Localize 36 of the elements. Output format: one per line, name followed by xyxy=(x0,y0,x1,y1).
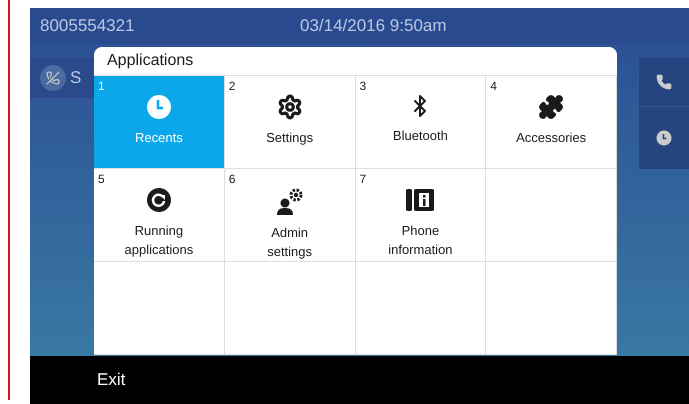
tile-number: 2 xyxy=(228,78,236,95)
phone-info-icon xyxy=(405,187,436,213)
tile-label: Accessories xyxy=(515,129,588,147)
end-call-icon xyxy=(40,65,66,91)
tile-label: Running applications xyxy=(124,222,194,259)
app-tile[interactable]: 2 Settings xyxy=(224,76,356,169)
app-tile[interactable]: 6 Admin settings xyxy=(224,169,356,262)
refresh-icon xyxy=(146,187,172,213)
tile-label: Recents xyxy=(134,129,184,147)
tile-number: 1 xyxy=(98,78,105,95)
call-name: S xyxy=(70,67,82,90)
clock-icon xyxy=(656,130,672,146)
exit-softkey[interactable]: Exit xyxy=(97,367,126,393)
call-button[interactable] xyxy=(639,58,689,106)
clock-icon xyxy=(146,94,172,120)
gear-icon xyxy=(276,94,303,120)
tile-label: Admin settings xyxy=(266,224,314,261)
tile-number: 3 xyxy=(360,78,366,95)
tile-label: Settings xyxy=(265,129,314,147)
tile-number: 5 xyxy=(98,171,105,188)
puzzle-icon xyxy=(538,94,564,120)
date-time: 03/14/2016 9:50am xyxy=(300,15,447,38)
app-tile[interactable]: 3 Bluetooth xyxy=(356,76,486,169)
admin-gear-icon xyxy=(274,187,305,215)
tile-label: Phone information xyxy=(387,222,454,259)
tile-number: 4 xyxy=(490,78,497,95)
dialog-title: Applications xyxy=(107,51,194,71)
phone-icon xyxy=(656,74,672,90)
phone-number: 8005554321 xyxy=(40,15,136,38)
tile-number: 7 xyxy=(360,171,366,188)
app-tile[interactable]: 5 Running applications xyxy=(94,169,225,262)
tile-number: 6 xyxy=(228,171,236,188)
tile-label: Bluetooth xyxy=(392,127,449,145)
app-tile[interactable]: 7 Phone information xyxy=(356,169,486,262)
app-tile[interactable]: 4 Accessories xyxy=(486,76,617,169)
recents-button[interactable] xyxy=(639,107,689,169)
